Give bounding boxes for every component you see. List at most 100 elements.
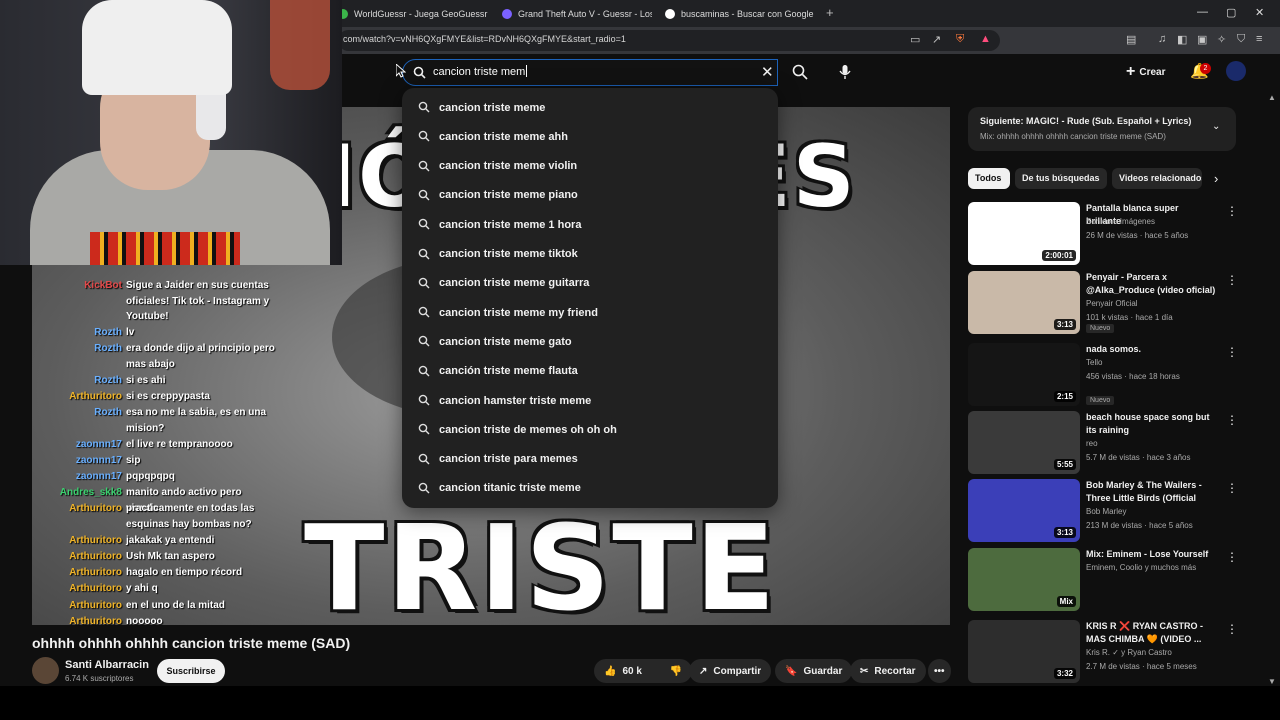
leo-icon[interactable]: ✧ [1217,33,1226,46]
chat-username[interactable]: Arthuritoro [32,389,122,405]
share-button[interactable]: ↗ Compartir [689,659,772,683]
dislike-icon[interactable]: 👎 [670,666,682,677]
up-next-panel[interactable] [968,107,1236,151]
related-video-title[interactable]: Penyair - Parcera x @Alka_Produce (video… [1086,271,1216,297]
chat-username[interactable]: Rozth [32,373,122,389]
video-thumbnail[interactable]: 3:13 [968,479,1080,542]
related-video-channel[interactable]: reo [1086,439,1098,448]
more-actions-button[interactable]: ••• [928,659,951,683]
rewards-icon[interactable]: ▲ [980,33,991,45]
cast-icon[interactable]: ▭ [910,33,920,46]
suggestion-item[interactable]: cancion titanic triste meme [402,474,778,503]
video-thumbnail[interactable]: 2:00:01 [968,202,1080,265]
chat-username[interactable]: Arthuritoro [32,549,122,565]
chat-username[interactable]: Rozth [32,341,122,357]
related-video-title[interactable]: Mix: Eminem - Lose Yourself [1086,548,1216,561]
url-text[interactable]: com/watch?v=vNH6QXgFMYE&list=RDvNH6QXgFM… [343,34,626,44]
kebab-menu-icon[interactable]: ⋮ [1226,550,1238,564]
related-video-channel[interactable]: Kris R. ✓ y Ryan Castro [1086,648,1172,657]
save-button[interactable]: 🔖 Guardar [775,659,853,683]
related-video[interactable]: 2:15 nada somos. Tello 456 vistas · hace 18… [968,343,1268,407]
suggestion-item[interactable]: cancion triste para memes [402,445,778,474]
chat-username[interactable]: Arthuritoro [32,501,122,517]
chat-username[interactable]: Arthuritoro [32,614,122,630]
filter-chip[interactable]: De tus búsquedas [1015,168,1107,189]
suggestion-item[interactable]: cancion triste meme piano [402,181,778,210]
browser-tab[interactable]: Grand Theft Auto V - Guessr - Lostga [502,4,652,24]
subscribe-button[interactable]: Suscribirse [157,659,225,683]
brave-shield-icon[interactable]: ⛨ [956,33,964,46]
chat-username[interactable]: Arthuritoro [32,581,122,597]
video-thumbnail[interactable]: 2:15 [968,343,1080,406]
chat-username[interactable]: Arthuritoro [32,598,122,614]
video-thumbnail[interactable]: 5:55 [968,411,1080,474]
related-video-channel[interactable]: Bob Marley [1086,507,1126,516]
scroll-down-icon[interactable]: ▼ [1268,677,1276,686]
suggestion-item[interactable]: canción triste meme flauta [402,357,778,386]
chat-username[interactable]: Rozth [32,405,122,421]
sidebar-icon[interactable]: ◧ [1177,33,1187,46]
suggestion-item[interactable]: cancion triste meme guitarra [402,269,778,298]
channel-avatar[interactable] [32,657,59,684]
chat-username[interactable]: zaonnn17 [32,469,122,485]
account-avatar[interactable] [1226,61,1246,81]
suggestion-item[interactable]: cancion triste meme [402,93,778,122]
create-button[interactable]: + Crear [1126,63,1165,81]
related-video-channel[interactable]: Tello [1086,358,1102,367]
browser-tab[interactable]: WorldGuessr - Juega GeoGuessr grat [338,4,488,24]
chat-username[interactable]: Arthuritoro [32,533,122,549]
kebab-menu-icon[interactable]: ⋮ [1226,345,1238,359]
chat-username[interactable]: Arthuritoro [32,565,122,581]
kebab-menu-icon[interactable]: ⋮ [1226,413,1238,427]
chat-username[interactable]: KickBot [32,278,122,294]
microphone-icon[interactable] [839,64,851,80]
search-button-icon[interactable] [792,64,808,80]
video-thumbnail[interactable]: 3:32 [968,620,1080,683]
related-video[interactable]: 2:00:01 Pantalla blanca super brillante So… [968,202,1268,266]
vpn-icon[interactable]: ⛉ [1237,33,1245,46]
video-thumbnail[interactable]: Mix [968,548,1080,611]
clip-button[interactable]: ✂ Recortar [850,659,926,683]
suggestion-item[interactable]: cancion triste meme tiktok [402,240,778,269]
browser-tab[interactable]: buscaminas - Buscar con Google [665,4,815,24]
new-tab-button[interactable]: + [826,5,834,20]
expand-chevron-icon[interactable]: ⌄ [1212,121,1220,132]
minimize-icon[interactable]: — [1197,6,1208,18]
filter-chip[interactable]: Todos [968,168,1010,189]
related-video[interactable]: 5:55 beach house space song but its raini… [968,411,1268,475]
chat-username[interactable]: zaonnn17 [32,453,122,469]
suggestion-item[interactable]: cancion hamster triste meme [402,386,778,415]
suggestion-item[interactable]: cancion triste meme gato [402,327,778,356]
video-thumbnail[interactable]: 3:13 [968,271,1080,334]
kebab-menu-icon[interactable]: ⋮ [1226,481,1238,495]
suggestion-item[interactable]: cancion triste meme my friend [402,298,778,327]
kebab-menu-icon[interactable]: ⋮ [1226,273,1238,287]
related-video-title[interactable]: beach house space song but its raining [1086,411,1216,437]
related-video-channel[interactable]: Sonido e Imágenes [1086,217,1155,226]
kebab-menu-icon[interactable]: ⋮ [1226,204,1238,218]
kebab-menu-icon[interactable]: ⋮ [1226,622,1238,636]
related-video-title[interactable]: KRIS R ❌ RYAN CASTRO - MAS CHIMBA 🧡 (VID… [1086,620,1216,646]
media-icon[interactable]: ♫ [1158,33,1166,45]
related-video[interactable]: 3:32 KRIS R ❌ RYAN CASTRO - MAS CHIMBA 🧡 … [968,620,1268,684]
chat-username[interactable]: zaonnn17 [32,437,122,453]
related-video-title[interactable]: nada somos. [1086,343,1216,356]
search-query[interactable]: cancion triste mem [433,65,527,78]
related-video[interactable]: Mix Mix: Eminem - Lose Yourself Eminem, Co… [968,548,1268,612]
wallet-icon[interactable]: ▣ [1197,33,1207,46]
chat-username[interactable]: Andres_skk8 [32,485,122,501]
related-video-title[interactable]: Bob Marley & The Wailers - Three Little … [1086,479,1216,505]
suggestion-item[interactable]: cancion triste meme 1 hora [402,210,778,239]
filter-chip[interactable]: Videos relacionados [1112,168,1202,189]
chat-username[interactable]: Rozth [32,325,122,341]
reader-icon[interactable]: ▤ [1126,33,1136,46]
suggestion-item[interactable]: cancion triste de memes oh oh oh [402,415,778,444]
scroll-up-icon[interactable]: ▲ [1268,93,1276,102]
share-page-icon[interactable]: ↗ [932,33,941,46]
related-video-channel[interactable]: Penyair Oficial [1086,299,1138,308]
chips-next-icon[interactable]: › [1214,171,1218,186]
suggestion-item[interactable]: cancion triste meme violin [402,152,778,181]
related-video[interactable]: 3:13 Penyair - Parcera x @Alka_Produce (v… [968,271,1268,335]
suggestion-item[interactable]: cancion triste meme ahh [402,122,778,151]
menu-icon[interactable]: ≡ [1256,33,1262,45]
